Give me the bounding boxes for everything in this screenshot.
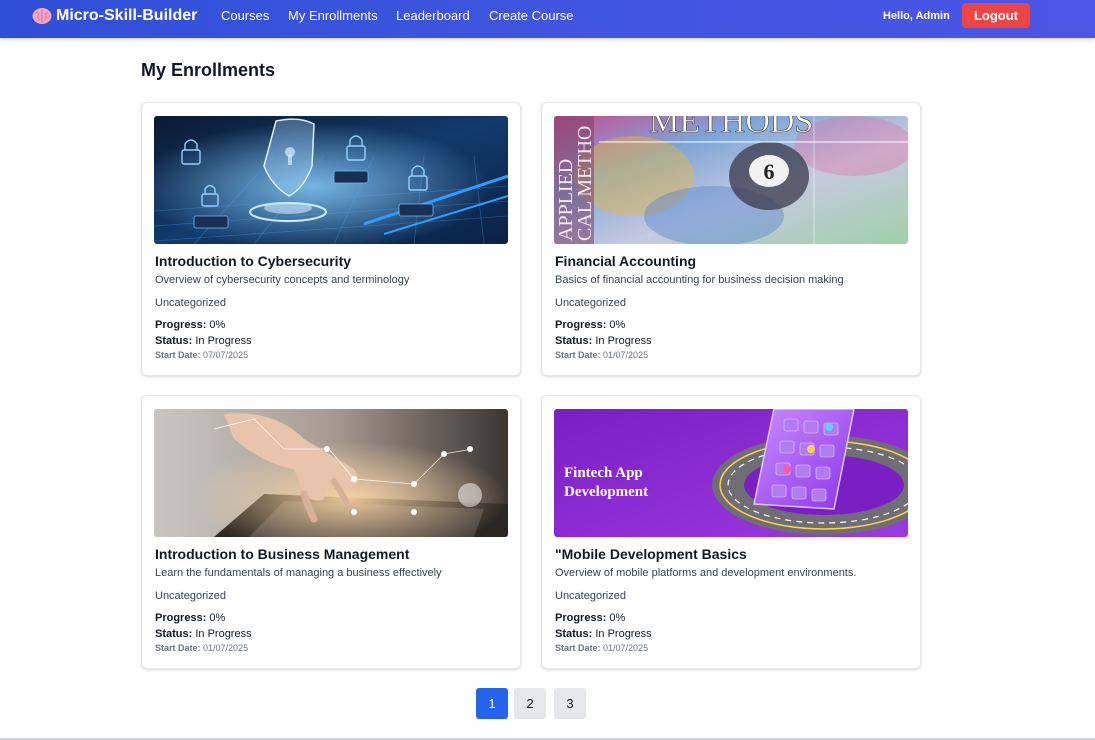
page-button-2[interactable]: 2: [514, 688, 546, 719]
course-image-mobile-development: Fintech App Development: [554, 409, 908, 537]
top-navbar: Micro-Skill-Builder Courses My Enrollmen…: [0, 0, 1095, 38]
course-progress: Progress: 0%: [155, 319, 225, 331]
course-title: Introduction to Cybersecurity: [155, 253, 352, 269]
image-text-fintech: Fintech App: [564, 465, 643, 481]
course-category: Uncategorized: [555, 590, 626, 602]
page-button-3[interactable]: 3: [554, 688, 586, 719]
course-progress: Progress: 0%: [155, 612, 225, 624]
course-description: Learn the fundamentals of managing a bus…: [155, 567, 442, 579]
course-image-business-management: [154, 409, 508, 537]
nav-leaderboard[interactable]: Leaderboard: [396, 8, 470, 23]
course-card[interactable]: Fintech App Development "Mobile Developm…: [541, 395, 921, 669]
progress-value: 0%: [609, 319, 626, 331]
course-start-date: Start Date: 01/07/2025: [555, 350, 648, 360]
course-start-date: Start Date: 07/07/2025: [155, 350, 248, 360]
course-status: Status: In Progress: [555, 628, 652, 640]
page-button-1[interactable]: 1: [476, 688, 508, 719]
course-progress: Progress: 0%: [555, 612, 625, 624]
status-value: In Progress: [195, 335, 252, 347]
image-text-methods-side: CAL METHO: [574, 126, 596, 241]
course-start-date: Start Date: 01/07/2025: [555, 643, 648, 653]
progress-label: Progress:: [155, 612, 207, 624]
course-status: Status: In Progress: [555, 335, 652, 347]
start-date-value: 01/07/2025: [603, 643, 649, 653]
brand-link[interactable]: Micro-Skill-Builder: [31, 6, 197, 26]
status-value: In Progress: [595, 335, 652, 347]
course-description: Basics of financial accounting for busin…: [555, 274, 844, 286]
course-progress: Progress: 0%: [555, 319, 625, 331]
course-description: Overview of mobile platforms and develop…: [555, 567, 857, 579]
start-date-value: 01/07/2025: [203, 643, 249, 653]
brand-name: Micro-Skill-Builder: [56, 7, 198, 24]
course-image-cybersecurity: [154, 116, 508, 244]
progress-value: 0%: [609, 612, 626, 624]
course-title: Introduction to Business Management: [155, 546, 410, 562]
course-card[interactable]: Introduction to Business Management Lear…: [141, 395, 521, 669]
page-title: My Enrollments: [141, 60, 276, 80]
progress-label: Progress:: [555, 319, 607, 331]
nav-create-course[interactable]: Create Course: [489, 8, 574, 23]
course-category: Uncategorized: [555, 297, 626, 309]
status-label: Status:: [155, 628, 193, 640]
course-card[interactable]: Introduction to Cybersecurity Overview o…: [141, 102, 521, 376]
start-date-value: 07/07/2025: [203, 350, 249, 360]
status-label: Status:: [555, 628, 593, 640]
start-date-label: Start Date:: [555, 350, 601, 360]
status-value: In Progress: [195, 628, 252, 640]
svg-text:6: 6: [764, 159, 775, 184]
logout-button[interactable]: Logout: [962, 3, 1030, 28]
status-value: In Progress: [595, 628, 652, 640]
course-title: "Mobile Development Basics: [555, 546, 747, 562]
progress-value: 0%: [209, 319, 226, 331]
course-image-financial-accounting: 6 APPLIED CAL METHO METHODS: [554, 116, 908, 244]
course-description: Overview of cybersecurity concepts and t…: [155, 274, 410, 286]
progress-value: 0%: [209, 612, 226, 624]
status-label: Status:: [555, 335, 593, 347]
user-greeting: Hello, Admin: [883, 10, 950, 22]
course-title: Financial Accounting: [555, 253, 697, 269]
nav-my-enrollments[interactable]: My Enrollments: [288, 8, 378, 23]
start-date-label: Start Date:: [155, 643, 201, 653]
course-start-date: Start Date: 01/07/2025: [155, 643, 248, 653]
course-category: Uncategorized: [155, 590, 226, 602]
course-category: Uncategorized: [155, 297, 226, 309]
image-text-methods: METHODS: [649, 116, 813, 140]
course-card[interactable]: 6 APPLIED CAL METHO METHODS Financial Ac…: [541, 102, 921, 376]
status-label: Status:: [155, 335, 193, 347]
nav-courses[interactable]: Courses: [221, 8, 269, 23]
start-date-label: Start Date:: [555, 643, 601, 653]
course-status: Status: In Progress: [155, 628, 252, 640]
brain-icon: [32, 8, 52, 24]
start-date-label: Start Date:: [155, 350, 201, 360]
start-date-value: 01/07/2025: [603, 350, 649, 360]
course-status: Status: In Progress: [155, 335, 252, 347]
progress-label: Progress:: [555, 612, 607, 624]
progress-label: Progress:: [155, 319, 207, 331]
image-text-development: Development: [564, 484, 648, 500]
